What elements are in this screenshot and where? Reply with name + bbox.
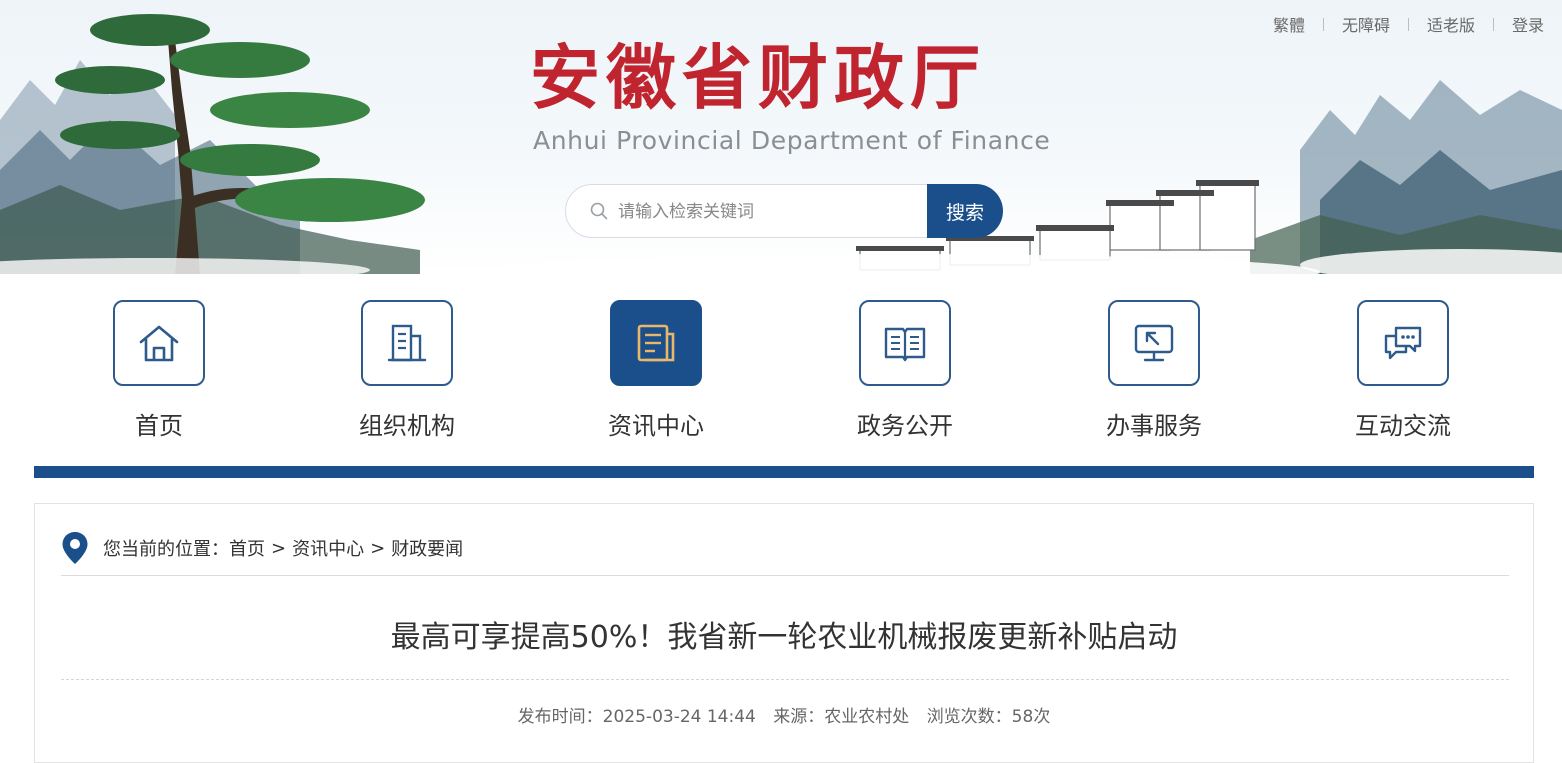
- nav-label: 办事服务: [1106, 412, 1202, 440]
- breadcrumb-prefix: 您当前的位置：: [103, 539, 229, 560]
- nav-label: 政务公开: [857, 412, 953, 440]
- article-source: 来源：农业农村处: [773, 707, 910, 727]
- site-title: 安徽省财政厅: [530, 36, 986, 119]
- nav-divider-bar: [34, 466, 1534, 478]
- book-icon: [884, 327, 926, 362]
- divider: [1492, 17, 1494, 31]
- traditional-chinese-link[interactable]: 繁體: [1273, 12, 1305, 36]
- nav-label: 组织机构: [359, 412, 455, 440]
- article-meta: 发布时间：2025-03-24 14:44 来源：农业农村处 浏览次数：58次: [35, 702, 1533, 727]
- divider: [1322, 17, 1324, 31]
- divider: [61, 575, 1509, 576]
- home-icon: [139, 325, 179, 362]
- search-button[interactable]: 搜索: [927, 184, 1003, 238]
- nav-icon-frame: [1108, 300, 1200, 386]
- nav-item-government-affairs[interactable]: 政务公开: [805, 300, 1005, 440]
- nav-icon-frame: [361, 300, 453, 386]
- breadcrumb-news-center[interactable]: 资讯中心: [292, 535, 364, 561]
- article-panel: 您当前的位置： 首页 > 资讯中心 > 财政要闻 最高可享提高50%！我省新一轮…: [34, 503, 1534, 763]
- breadcrumb-finance-news[interactable]: 财政要闻: [391, 535, 463, 561]
- accessibility-link[interactable]: 无障碍: [1342, 12, 1390, 36]
- divider: [61, 679, 1509, 680]
- nav-item-interaction[interactable]: 互动交流: [1303, 300, 1503, 440]
- news-icon: [637, 324, 675, 362]
- divider: [1407, 17, 1409, 31]
- login-link[interactable]: 登录: [1512, 12, 1544, 36]
- header-banner: 繁體 无障碍 适老版 登录 安徽省财政厅 Anhui Provincial De…: [0, 0, 1562, 274]
- nav-label: 互动交流: [1355, 412, 1451, 440]
- top-links: 繁體 无障碍 适老版 登录: [1273, 12, 1544, 36]
- article-title: 最高可享提高50%！我省新一轮农业机械报废更新补贴启动: [390, 620, 1178, 655]
- nav-icon-frame: [610, 300, 702, 386]
- site-subtitle: Anhui Provincial Department of Finance: [533, 126, 1051, 155]
- nav-icon-frame: [113, 300, 205, 386]
- view-count: 浏览次数：58次: [926, 707, 1051, 727]
- nav-icon-frame: [1357, 300, 1449, 386]
- nav-item-organization[interactable]: 组织机构: [307, 300, 507, 440]
- search-icon: [590, 202, 608, 220]
- publish-time: 发布时间：2025-03-24 14:44: [517, 707, 756, 727]
- chat-icon: [1384, 326, 1422, 360]
- building-icon: [387, 324, 427, 362]
- search-input[interactable]: [616, 195, 920, 229]
- nav-item-news-center[interactable]: 资讯中心: [556, 300, 756, 440]
- nav-icon-frame: [859, 300, 951, 386]
- nav-item-services[interactable]: 办事服务: [1054, 300, 1254, 440]
- breadcrumb-separator: >: [271, 537, 287, 559]
- breadcrumb-separator: >: [370, 537, 386, 559]
- monitor-icon: [1134, 324, 1174, 362]
- breadcrumb-home[interactable]: 首页: [229, 535, 265, 561]
- location-pin-icon: [62, 532, 88, 564]
- breadcrumb: 您当前的位置： 首页 > 资讯中心 > 财政要闻: [61, 530, 463, 566]
- nav-label: 首页: [135, 412, 183, 440]
- nav-label: 资讯中心: [608, 412, 704, 440]
- nav-item-home[interactable]: 首页: [59, 300, 259, 440]
- elderly-mode-link[interactable]: 适老版: [1427, 12, 1475, 36]
